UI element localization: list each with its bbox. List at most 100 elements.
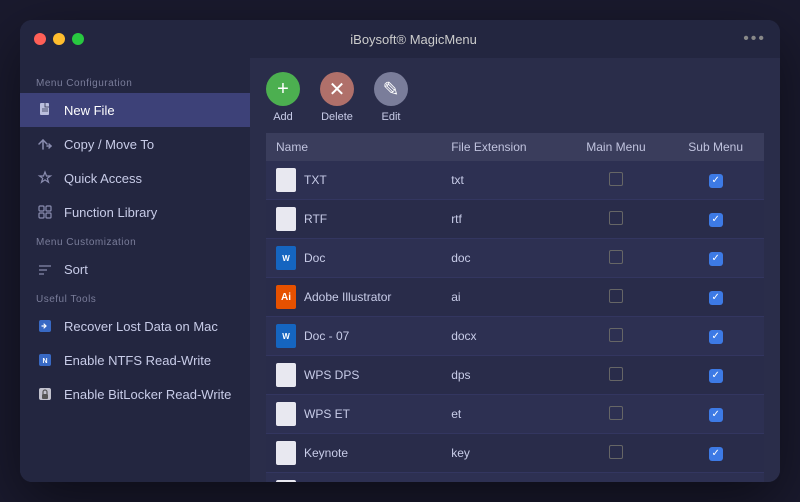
sidebar-item-copy-move[interactable]: Copy / Move To xyxy=(20,127,250,161)
checkbox-empty[interactable] xyxy=(609,328,623,342)
app-title: iBoysoft® MagicMenu xyxy=(84,32,743,47)
cell-main-menu[interactable] xyxy=(565,200,668,239)
add-button[interactable]: + Add xyxy=(266,72,300,123)
checkbox-checked[interactable]: ✓ xyxy=(709,408,723,422)
cell-sub-menu[interactable]: ✓ xyxy=(667,434,764,473)
sidebar: Menu Configuration New File xyxy=(20,58,250,482)
add-button-icon: + xyxy=(266,72,300,106)
cell-name: Ai Adobe Illustrator xyxy=(266,278,441,317)
sidebar-item-sort-label: Sort xyxy=(64,262,88,277)
file-name: WPS DPS xyxy=(304,368,359,382)
checkbox-checked[interactable]: ✓ xyxy=(709,447,723,461)
file-name: Doc - 07 xyxy=(304,329,349,343)
file-type-icon xyxy=(276,363,296,387)
file-type-icon: Ai xyxy=(276,285,296,309)
copy-icon xyxy=(36,135,54,153)
titlebar-dots: ••• xyxy=(743,30,766,48)
table-row[interactable]: WPS DPS dps ✓ xyxy=(266,356,764,395)
cell-main-menu[interactable] xyxy=(565,356,668,395)
table-row[interactable]: WPS ET et ✓ xyxy=(266,395,764,434)
close-button[interactable] xyxy=(34,33,46,45)
checkbox-empty[interactable] xyxy=(609,445,623,459)
cell-main-menu[interactable] xyxy=(565,161,668,200)
cell-main-menu[interactable] xyxy=(565,278,668,317)
cell-sub-menu[interactable]: ✓ xyxy=(667,161,764,200)
file-type-icon xyxy=(276,480,296,482)
checkbox-empty[interactable] xyxy=(609,289,623,303)
table-row[interactable]: Keynote key✓ xyxy=(266,434,764,473)
cell-sub-menu[interactable]: ✓ xyxy=(667,239,764,278)
sidebar-item-bitlocker-label: Enable BitLocker Read-Write xyxy=(64,387,231,402)
checkbox-checked[interactable]: ✓ xyxy=(709,369,723,383)
checkbox-empty[interactable] xyxy=(609,406,623,420)
table-row[interactable]: Ai Adobe Illustrator ai✓ xyxy=(266,278,764,317)
cell-name: Keynote xyxy=(266,434,441,473)
sidebar-item-recover-data[interactable]: Recover Lost Data on Mac xyxy=(20,309,250,343)
file-type-icon: W xyxy=(276,324,296,348)
edit-button[interactable]: ✎ Edit xyxy=(374,72,408,123)
col-sub: Sub Menu xyxy=(667,133,764,161)
cell-name: WPS DPS xyxy=(266,356,441,395)
sidebar-item-ntfs[interactable]: N Enable NTFS Read-Write xyxy=(20,343,250,377)
cell-ext: txt xyxy=(441,161,564,200)
maximize-button[interactable] xyxy=(72,33,84,45)
checkbox-empty[interactable] xyxy=(609,211,623,225)
checkbox-checked[interactable]: ✓ xyxy=(709,330,723,344)
checkbox-checked[interactable]: ✓ xyxy=(709,252,723,266)
cell-name: TXT xyxy=(266,161,441,200)
sidebar-item-quick-access-label: Quick Access xyxy=(64,171,142,186)
checkbox-checked[interactable]: ✓ xyxy=(709,174,723,188)
checkbox-checked[interactable]: ✓ xyxy=(709,291,723,305)
delete-button-label: Delete xyxy=(321,111,353,123)
file-table: Name File Extension Main Menu Sub Menu T… xyxy=(266,133,764,482)
file-name: Doc xyxy=(304,251,325,265)
sidebar-item-sort[interactable]: Sort xyxy=(20,252,250,286)
col-name: Name xyxy=(266,133,441,161)
delete-button[interactable]: ✕ Delete xyxy=(320,72,354,123)
cell-name: WPS ET xyxy=(266,395,441,434)
cell-sub-menu[interactable]: ✓ xyxy=(667,278,764,317)
bitlocker-icon xyxy=(36,385,54,403)
sidebar-item-new-file[interactable]: New File xyxy=(20,93,250,127)
cell-ext: dps xyxy=(441,356,564,395)
cell-name: Markdown xyxy=(266,473,441,483)
sidebar-item-copy-move-label: Copy / Move To xyxy=(64,137,154,152)
table-row[interactable]: TXT txt ✓ xyxy=(266,161,764,200)
checkbox-empty[interactable] xyxy=(609,172,623,186)
sidebar-item-ntfs-label: Enable NTFS Read-Write xyxy=(64,353,211,368)
file-type-icon: W xyxy=(276,246,296,270)
cell-sub-menu[interactable]: ✓ xyxy=(667,395,764,434)
cell-ext: et xyxy=(441,395,564,434)
cell-sub-menu[interactable]: ✓ xyxy=(667,473,764,483)
cell-sub-menu[interactable]: ✓ xyxy=(667,200,764,239)
svg-text:N: N xyxy=(42,358,47,365)
cell-main-menu[interactable] xyxy=(565,434,668,473)
menu-customization-label: Menu Customization xyxy=(20,229,250,252)
cell-main-menu[interactable] xyxy=(565,317,668,356)
sidebar-item-bitlocker[interactable]: Enable BitLocker Read-Write xyxy=(20,377,250,411)
cell-main-menu[interactable] xyxy=(565,473,668,483)
table-row[interactable]: RTF rtf✓ xyxy=(266,200,764,239)
file-type-icon xyxy=(276,168,296,192)
table-row[interactable]: W Doc doc✓ xyxy=(266,239,764,278)
useful-tools-label: Useful Tools xyxy=(20,286,250,309)
edit-button-icon: ✎ xyxy=(374,72,408,106)
table-row[interactable]: Markdown md✓ xyxy=(266,473,764,483)
ntfs-icon: N xyxy=(36,351,54,369)
file-type-icon xyxy=(276,402,296,426)
sidebar-item-quick-access[interactable]: Quick Access xyxy=(20,161,250,195)
table-row[interactable]: W Doc - 07 docx✓ xyxy=(266,317,764,356)
file-name: Adobe Illustrator xyxy=(304,290,391,304)
star-icon xyxy=(36,169,54,187)
menu-config-label: Menu Configuration xyxy=(20,70,250,93)
cell-sub-menu[interactable]: ✓ xyxy=(667,356,764,395)
cell-main-menu[interactable] xyxy=(565,239,668,278)
sidebar-item-function-library[interactable]: Function Library xyxy=(20,195,250,229)
checkbox-empty[interactable] xyxy=(609,250,623,264)
col-ext: File Extension xyxy=(441,133,564,161)
checkbox-empty[interactable] xyxy=(609,367,623,381)
cell-main-menu[interactable] xyxy=(565,395,668,434)
checkbox-checked[interactable]: ✓ xyxy=(709,213,723,227)
cell-sub-menu[interactable]: ✓ xyxy=(667,317,764,356)
minimize-button[interactable] xyxy=(53,33,65,45)
